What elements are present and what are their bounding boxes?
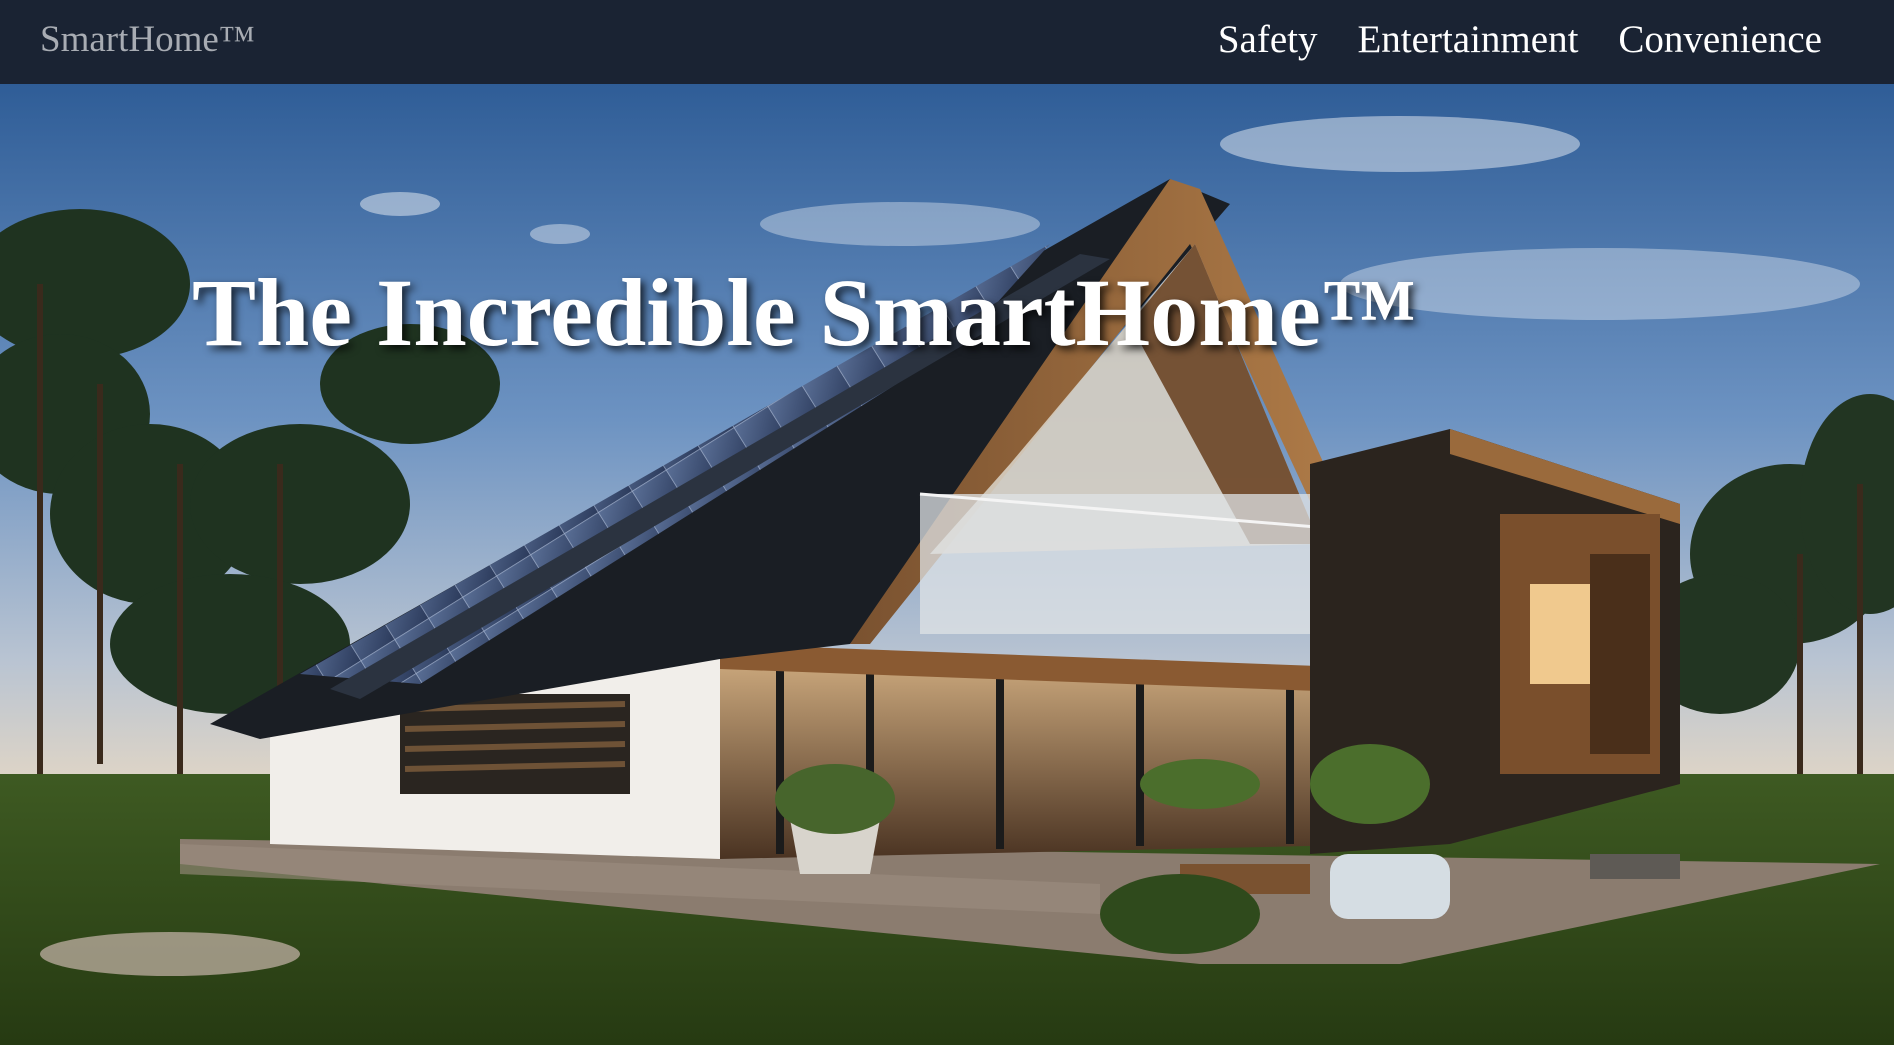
hero-house-image — [0, 84, 1894, 1045]
hero-title: The Incredible SmartHome™ — [192, 259, 1417, 366]
nav-links: Safety Entertainment Convenience — [1218, 18, 1822, 62]
nav-link-safety[interactable]: Safety — [1218, 18, 1318, 62]
brand-logo-link[interactable]: SmartHome™ — [40, 18, 255, 62]
nav-link-entertainment[interactable]: Entertainment — [1357, 18, 1578, 62]
nav-link-convenience[interactable]: Convenience — [1618, 18, 1822, 62]
top-navbar: SmartHome™ Safety Entertainment Convenie… — [0, 0, 1894, 84]
hero-section: The Incredible SmartHome™ — [0, 84, 1894, 1045]
